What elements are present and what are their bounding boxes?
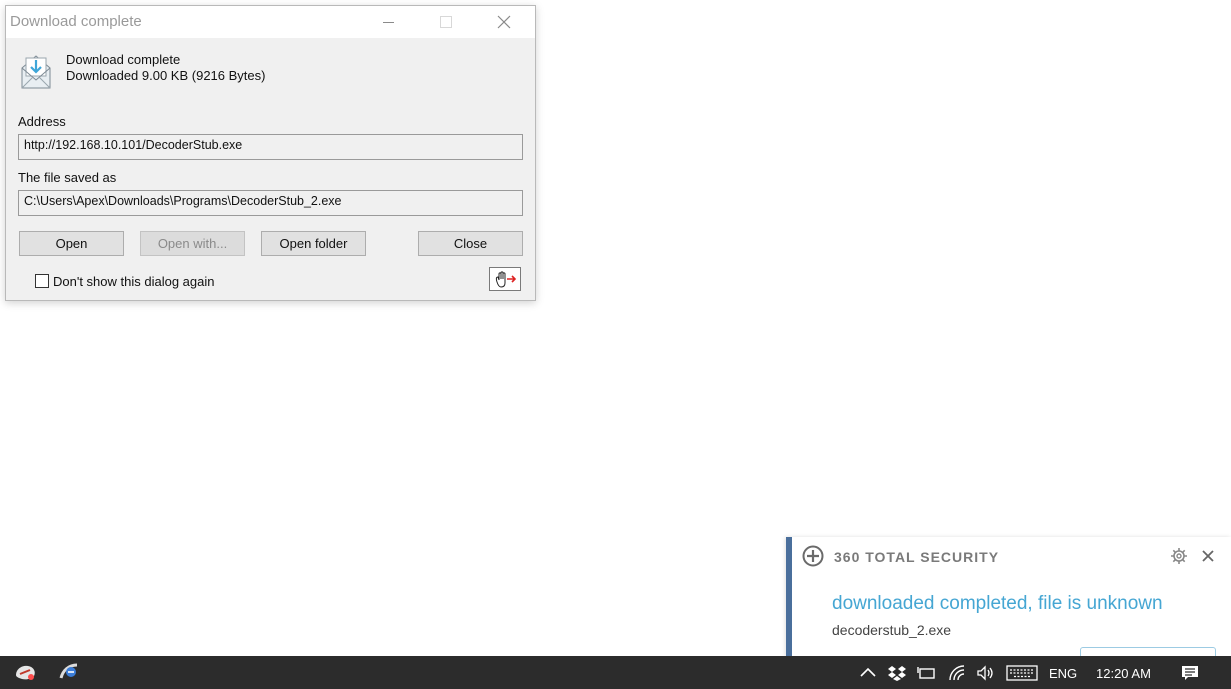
maximize-button	[417, 6, 475, 38]
drag-hand-icon	[495, 271, 517, 288]
taskbar: ENG 12:20 AM	[0, 656, 1231, 689]
360-logo-icon	[802, 545, 824, 567]
close-icon	[497, 15, 511, 29]
desktop: Download complete Download complete Down…	[0, 0, 1231, 689]
volume-icon[interactable]	[976, 664, 996, 682]
close-window-button[interactable]	[475, 6, 533, 38]
notifications-icon[interactable]	[1180, 664, 1200, 682]
dropbox-icon[interactable]	[887, 664, 907, 682]
download-complete-dialog: Download complete Download complete Down…	[5, 5, 536, 301]
security-notification: 360 TOTAL SECURITY downloaded completed,…	[786, 537, 1231, 657]
saved-as-label: The file saved as	[18, 170, 117, 185]
open-button[interactable]: Open	[19, 231, 124, 256]
notification-message: downloaded completed, file is unknown	[832, 593, 1163, 614]
download-status-heading: Download complete	[66, 52, 181, 67]
close-icon[interactable]	[1200, 548, 1216, 564]
taskbar-app-icon-2[interactable]	[57, 660, 83, 684]
notification-filename: decoderstub_2.exe	[832, 622, 952, 638]
wifi-icon[interactable]	[947, 664, 967, 682]
taskbar-app-icon[interactable]	[13, 660, 39, 684]
open-with-button[interactable]: Open with...	[140, 231, 245, 256]
open-folder-button[interactable]: Open folder	[261, 231, 366, 256]
system-clock[interactable]: 12:20 AM	[1096, 666, 1151, 681]
notification-brand: 360 TOTAL SECURITY	[834, 549, 1000, 565]
minimize-button[interactable]	[359, 6, 417, 38]
dialog-titlebar[interactable]: Download complete	[6, 6, 535, 38]
dialog-title: Download complete	[10, 13, 142, 30]
dont-show-again-checkbox[interactable]	[35, 274, 49, 288]
gear-icon[interactable]	[1170, 547, 1188, 565]
address-label: Address	[18, 114, 66, 129]
keyboard-icon[interactable]	[1006, 664, 1038, 682]
dont-show-again-label[interactable]: Don't show this dialog again	[53, 274, 214, 289]
minimize-icon	[382, 21, 394, 23]
address-field[interactable]: http://192.168.10.101/DecoderStub.exe	[18, 134, 523, 160]
close-button[interactable]: Close	[418, 231, 523, 256]
language-indicator[interactable]: ENG	[1049, 666, 1077, 681]
maximize-icon	[440, 16, 452, 28]
drag-file-button[interactable]	[489, 267, 521, 291]
chevron-up-icon[interactable]	[858, 664, 878, 682]
battery-icon[interactable]	[917, 664, 937, 682]
download-envelope-icon	[21, 55, 51, 89]
download-size-text: Downloaded 9.00 KB (9216 Bytes)	[66, 68, 266, 83]
saved-path-field[interactable]: C:\Users\Apex\Downloads\Programs\Decoder…	[18, 190, 523, 216]
